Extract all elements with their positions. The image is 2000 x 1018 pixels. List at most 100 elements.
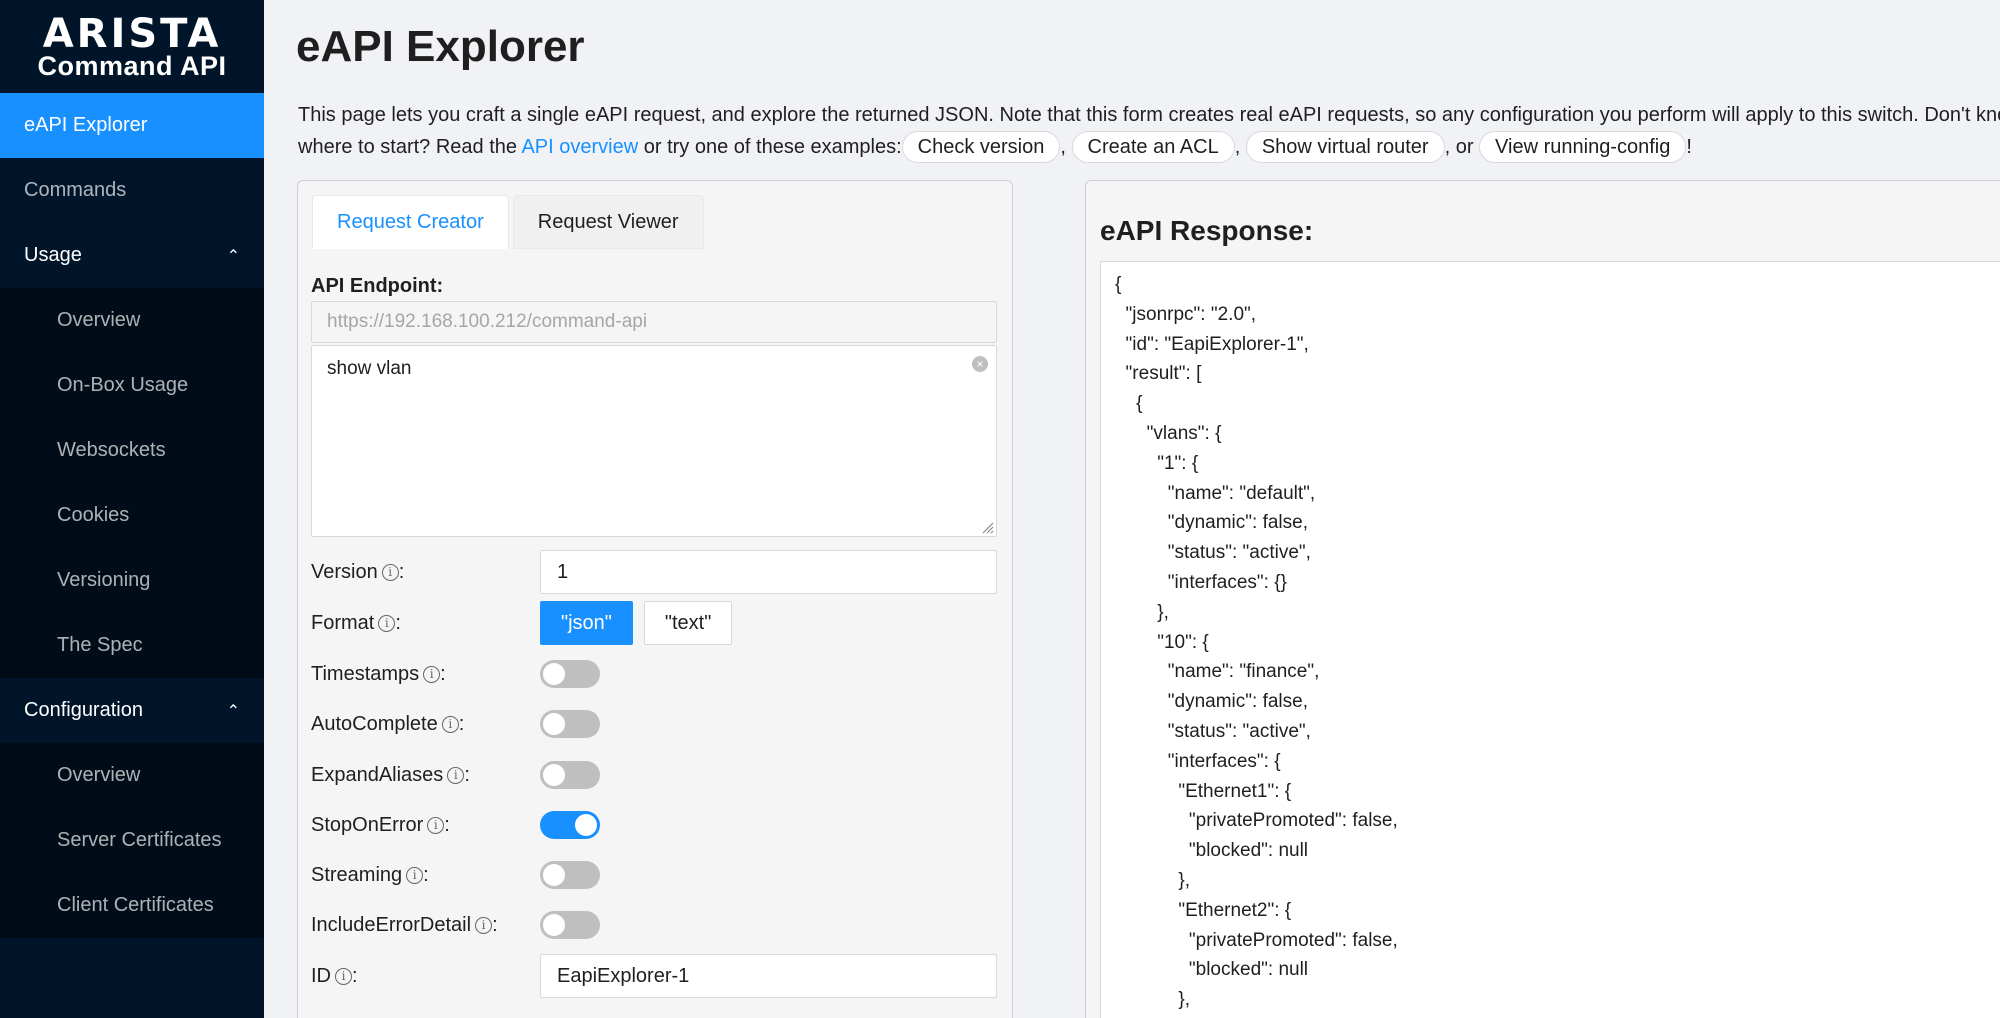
id-row: ID i: EapiExplorer-1 [311, 954, 997, 998]
command-textarea[interactable]: show vlan × [311, 345, 997, 537]
includeerrordetail-toggle[interactable] [540, 911, 600, 939]
sidebar-item-overview[interactable]: Overview [0, 288, 264, 353]
sidebar-item-commands[interactable]: Commands [0, 158, 264, 223]
exclamation: ! [1686, 136, 1692, 158]
info-icon[interactable]: i [441, 715, 459, 733]
timestamps-label: Timestamps i: [311, 663, 540, 686]
toggle-knob [543, 914, 565, 936]
sidebar-item-cookies[interactable]: Cookies [0, 483, 264, 548]
sidebar-item-websockets[interactable]: Websockets [0, 418, 264, 483]
colon: : [423, 863, 429, 886]
info-icon[interactable]: i [378, 614, 396, 632]
format-json-button[interactable]: "json" [540, 601, 633, 645]
separator: , or [1444, 136, 1474, 158]
info-icon[interactable]: i [447, 766, 465, 784]
info-icon[interactable]: i [335, 967, 352, 985]
info-icon[interactable]: i [427, 816, 445, 834]
response-json-text: { "jsonrpc": "2.0", "id": "EapiExplorer-… [1115, 274, 1398, 1011]
sidebar-item-the-spec[interactable]: The Spec [0, 613, 264, 678]
sidebar-item-server-certificates[interactable]: Server Certificates [0, 808, 264, 873]
api-endpoint-input[interactable]: https://192.168.100.212/command-api [311, 301, 997, 343]
sidebar-item-config-overview[interactable]: Overview [0, 743, 264, 808]
logo-brand: ARISTA [42, 10, 222, 57]
toggle-row-autocomplete: AutoComplete i: [311, 702, 997, 746]
toggle-knob [543, 864, 565, 886]
separator: , [1234, 136, 1241, 158]
request-tabs: Request Creator Request Viewer [312, 195, 708, 249]
example-create-acl-button[interactable]: Create an ACL [1071, 131, 1235, 163]
id-label: ID i: [311, 965, 540, 988]
arista-logo[interactable]: ARISTA Command API [0, 0, 264, 93]
info-icon[interactable]: i [381, 563, 399, 581]
toggle-knob [543, 663, 565, 685]
intro-line-1: This page lets you craft a single eAPI r… [298, 104, 2000, 126]
intro-text: This page lets you craft a single eAPI r… [298, 100, 2000, 163]
sidebar-group-usage[interactable]: Usage ⌃ [0, 223, 264, 288]
version-label: Version i: [311, 561, 540, 584]
info-icon[interactable]: i [475, 916, 493, 934]
configuration-submenu: Overview Server Certificates Client Cert… [0, 743, 264, 938]
sidebar-group-configuration[interactable]: Configuration ⌃ [0, 678, 264, 743]
autocomplete-toggle[interactable] [540, 710, 600, 738]
colon: : [440, 662, 446, 685]
colon: : [464, 763, 470, 786]
expandaliases-label: ExpandAliases i: [311, 764, 540, 787]
sidebar-item-versioning[interactable]: Versioning [0, 548, 264, 613]
version-label-text: Version [311, 560, 378, 583]
clear-icon[interactable]: × [972, 356, 988, 372]
colon: : [444, 813, 450, 836]
main-content: eAPI Explorer This page lets you craft a… [264, 0, 2000, 1018]
sidebar-group-label: Usage [24, 244, 82, 266]
version-input[interactable]: 1 [540, 550, 997, 594]
tab-request-viewer[interactable]: Request Viewer [512, 195, 704, 249]
sidebar-item-on-box-usage[interactable]: On-Box Usage [0, 353, 264, 418]
resize-handle-icon[interactable] [980, 520, 994, 534]
separator: , [1060, 136, 1066, 158]
colon: : [395, 611, 401, 634]
info-icon[interactable]: i [406, 866, 424, 884]
toggle-label-text: Timestamps [311, 662, 420, 685]
sidebar-item-client-certificates[interactable]: Client Certificates [0, 873, 264, 938]
timestamps-toggle[interactable] [540, 660, 600, 688]
format-text-button[interactable]: "text" [643, 601, 733, 645]
version-row: Version i: 1 [311, 550, 997, 594]
autocomplete-label: AutoComplete i: [311, 713, 540, 736]
toggle-row-timestamps: Timestamps i: [311, 652, 997, 696]
toggle-knob [543, 764, 565, 786]
chevron-up-icon: ⌃ [226, 247, 240, 265]
command-text: show vlan [327, 358, 412, 379]
logo-subtitle: Command API [37, 50, 227, 81]
stoponerror-toggle[interactable] [540, 811, 600, 839]
sidebar-item-eapi-explorer[interactable]: eAPI Explorer [0, 93, 264, 158]
colon: : [352, 964, 358, 987]
toggle-label-text: IncludeErrorDetail [311, 913, 472, 936]
stoponerror-label: StopOnError i: [311, 814, 540, 837]
info-icon[interactable]: i [423, 665, 441, 683]
sidebar: ARISTA Command API eAPI Explorer Command… [0, 0, 264, 1018]
format-label-text: Format [311, 611, 375, 634]
streaming-toggle[interactable] [540, 861, 600, 889]
intro-text-b: or try one of these examples: [638, 136, 902, 158]
toggle-label-text: ExpandAliases [311, 763, 444, 786]
example-show-virtual-router-button[interactable]: Show virtual router [1245, 131, 1445, 163]
includeerrordetail-label: IncludeErrorDetail i: [311, 914, 540, 937]
toggle-knob [575, 814, 597, 836]
toggle-label-text: AutoComplete [311, 712, 438, 735]
api-endpoint-label: API Endpoint: [311, 275, 444, 297]
api-overview-link[interactable]: API overview [521, 136, 638, 158]
example-view-running-config-button[interactable]: View running-config [1479, 131, 1687, 163]
colon: : [398, 560, 405, 583]
tab-request-creator[interactable]: Request Creator [312, 195, 509, 249]
response-json-viewer[interactable]: { "jsonrpc": "2.0", "id": "EapiExplorer-… [1100, 261, 2000, 1018]
page-title: eAPI Explorer [296, 22, 585, 71]
intro-text-a: where to start? Read the [298, 136, 522, 158]
usage-submenu: Overview On-Box Usage Websockets Cookies… [0, 288, 264, 678]
expandaliases-toggle[interactable] [540, 761, 600, 789]
colon: : [458, 712, 465, 735]
id-input[interactable]: EapiExplorer-1 [540, 954, 997, 998]
toggle-label-text: Streaming [311, 863, 403, 886]
toggle-row-expandaliases: ExpandAliases i: [311, 753, 997, 797]
example-check-version-button[interactable]: Check version [901, 131, 1061, 163]
toggle-row-includeerrordetail: IncludeErrorDetail i: [311, 903, 997, 947]
colon: : [492, 913, 498, 936]
